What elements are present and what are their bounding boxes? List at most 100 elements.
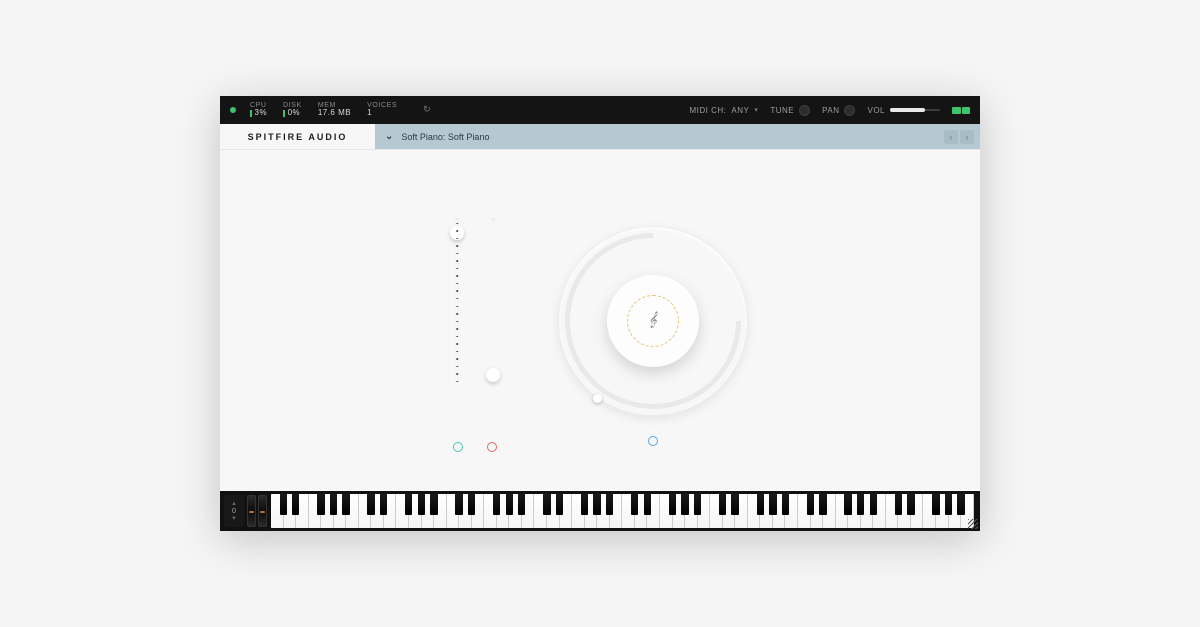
white-key[interactable] (923, 494, 936, 528)
pitch-wheel[interactable] (247, 495, 256, 527)
white-key[interactable] (321, 494, 334, 528)
white-key[interactable] (472, 494, 485, 528)
preset-selector[interactable]: ⌄ Soft Piano: Soft Piano ‹ › (375, 124, 980, 149)
white-key[interactable] (585, 494, 598, 528)
white-key[interactable] (384, 494, 397, 528)
white-key[interactable] (284, 494, 297, 528)
tune-label: TUNE (770, 106, 794, 115)
white-key[interactable] (296, 494, 309, 528)
white-key[interactable] (710, 494, 723, 528)
white-key[interactable] (522, 494, 535, 528)
white-key[interactable] (898, 494, 911, 528)
white-key[interactable] (359, 494, 372, 528)
white-key[interactable] (735, 494, 748, 528)
slider1-icon[interactable] (453, 442, 463, 452)
brand-label: SPITFIRE AUDIO (220, 124, 375, 149)
midi-channel-selector[interactable]: MIDI CH: ANY ▾ (689, 106, 758, 115)
volume-slider[interactable] (890, 109, 940, 111)
white-key[interactable] (560, 494, 573, 528)
resize-grip[interactable] (968, 519, 978, 529)
white-key[interactable] (886, 494, 899, 528)
pan-knob[interactable] (844, 105, 855, 116)
voices-stat: VOICES 1 (367, 102, 397, 118)
white-key[interactable] (509, 494, 522, 528)
disk-stat: DISK 0% (283, 102, 302, 118)
dial-indicator[interactable] (593, 394, 602, 403)
white-key[interactable] (497, 494, 510, 528)
white-key[interactable] (635, 494, 648, 528)
slider-group (450, 218, 500, 424)
mem-stat: MEM 17.6 MB (318, 102, 351, 118)
white-key[interactable] (396, 494, 409, 528)
tune-control[interactable]: TUNE (770, 105, 810, 116)
white-key[interactable] (811, 494, 824, 528)
slider2-icon[interactable] (487, 442, 497, 452)
cpu-stat: CPU 3% (250, 102, 267, 118)
midi-ch-label: MIDI CH: (689, 106, 726, 115)
white-key[interactable] (572, 494, 585, 528)
white-key[interactable] (773, 494, 786, 528)
dynamics-slider[interactable] (486, 218, 500, 398)
white-key[interactable] (484, 494, 497, 528)
white-key[interactable] (622, 494, 635, 528)
white-key[interactable] (610, 494, 623, 528)
white-key[interactable] (836, 494, 849, 528)
white-key[interactable] (823, 494, 836, 528)
mem-value: 17.6 MB (318, 109, 351, 118)
white-key[interactable] (673, 494, 686, 528)
disk-meter-tick (283, 110, 285, 117)
octave-up-icon[interactable]: ▲ (231, 501, 237, 507)
white-key[interactable] (748, 494, 761, 528)
octave-control[interactable]: ▲ 0 ▼ (224, 495, 244, 527)
white-key[interactable] (346, 494, 359, 528)
white-key[interactable] (597, 494, 610, 528)
white-key[interactable] (861, 494, 874, 528)
expression-slider[interactable] (450, 218, 464, 398)
chevron-down-icon: ▾ (754, 106, 758, 114)
preset-prev-button[interactable]: ‹ (944, 130, 958, 144)
white-key[interactable] (309, 494, 322, 528)
white-key[interactable] (534, 494, 547, 528)
white-key[interactable] (409, 494, 422, 528)
white-key[interactable] (911, 494, 924, 528)
tune-knob[interactable] (799, 105, 810, 116)
chevron-down-icon: ⌄ (385, 131, 393, 142)
white-key[interactable] (785, 494, 798, 528)
white-key[interactable] (685, 494, 698, 528)
white-key[interactable] (936, 494, 949, 528)
white-key[interactable] (459, 494, 472, 528)
white-key[interactable] (698, 494, 711, 528)
virtual-keyboard[interactable] (271, 494, 974, 528)
dial-param-icon[interactable] (648, 436, 658, 446)
slider-thumb[interactable] (486, 368, 500, 382)
octave-value: 0 (232, 508, 236, 515)
white-key[interactable] (848, 494, 861, 528)
white-key[interactable] (798, 494, 811, 528)
white-key[interactable] (434, 494, 447, 528)
white-key[interactable] (447, 494, 460, 528)
preset-next-button[interactable]: › (960, 130, 974, 144)
white-key[interactable] (422, 494, 435, 528)
mod-wheel[interactable] (258, 495, 267, 527)
white-key[interactable] (647, 494, 660, 528)
pan-control[interactable]: PAN (822, 105, 855, 116)
disk-value: 0% (288, 109, 301, 118)
white-key[interactable] (723, 494, 736, 528)
white-key[interactable] (873, 494, 886, 528)
white-key[interactable] (371, 494, 384, 528)
volume-control[interactable]: VOL (867, 106, 940, 115)
cpu-value: 3% (255, 109, 268, 118)
plugin-window: CPU 3% DISK 0% MEM 17.6 MB VOICES 1 ↻ MI… (220, 96, 980, 531)
white-key[interactable] (760, 494, 773, 528)
white-key[interactable] (271, 494, 284, 528)
top-bar: CPU 3% DISK 0% MEM 17.6 MB VOICES 1 ↻ MI… (220, 96, 980, 124)
white-key[interactable] (949, 494, 962, 528)
pan-label: PAN (822, 106, 839, 115)
octave-down-icon[interactable]: ▼ (231, 516, 237, 522)
cpu-meter-tick (250, 110, 252, 117)
white-key[interactable] (660, 494, 673, 528)
white-key[interactable] (334, 494, 347, 528)
reload-icon[interactable]: ↻ (423, 104, 431, 115)
reverb-dial[interactable]: 𝄞 (555, 223, 750, 418)
white-key[interactable] (547, 494, 560, 528)
